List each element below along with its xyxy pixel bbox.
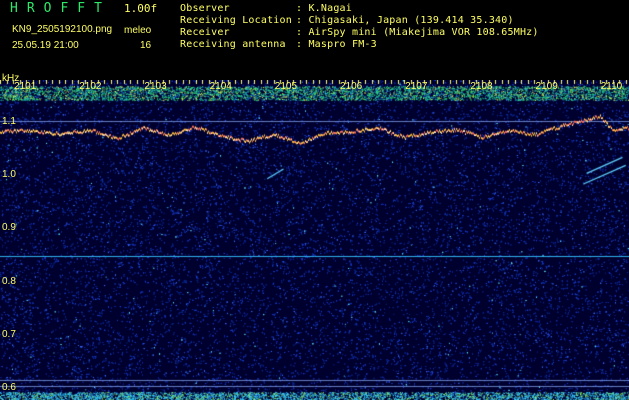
version-label: 1.00f [124, 2, 158, 15]
meleo-label: meleo [124, 25, 152, 36]
x-tick-label: 2102 [79, 81, 102, 92]
y-tick-label: 1.0 [2, 169, 16, 180]
x-tick-label: 2106 [339, 81, 363, 92]
info-location: Receiving Location : Chigasaki, Japan (13… [180, 15, 514, 26]
x-tick-label: 2107 [405, 81, 428, 92]
x-tick-label: 2108 [470, 81, 493, 92]
info-observer: Observer : K.Nagai [180, 3, 352, 14]
y-tick-label: 0.9 [2, 222, 16, 234]
hrofft-screen: HROFFT 1.00f KN9_2505192100.png meleo 16… [0, 0, 629, 400]
info-value: : Maspro FM-3 [296, 39, 377, 50]
y-tick-label: 0.6 [2, 382, 16, 394]
info-value: : AirSpy mini (Miakejima VOR 108.65MHz) [296, 27, 539, 38]
x-tick-label: 2110 [600, 81, 623, 92]
timestamp-label: 25.05.19 21:00 [12, 40, 79, 51]
info-antenna: Receiving antenna : Maspro FM-3 [180, 39, 377, 50]
x-tick-label: 2109 [535, 81, 558, 92]
meleo-value: 16 [140, 40, 152, 51]
filename-label: KN9_2505192100.png [12, 24, 113, 35]
info-key: Receiving antenna [180, 39, 286, 50]
x-tick-label: 2105 [274, 81, 298, 92]
app-logo: HROFFT [10, 1, 111, 16]
x-tick-label: 2101 [14, 81, 37, 92]
x-tick-label: 2103 [144, 81, 167, 92]
info-key: Receiver [180, 27, 230, 38]
info-value: : K.Nagai [296, 3, 352, 14]
info-key: Observer [180, 3, 230, 14]
info-value: : Chigasaki, Japan (139.414 35.340) [296, 15, 514, 26]
y-tick-label: 0.8 [2, 275, 16, 287]
spectrogram-canvas [0, 80, 629, 400]
x-tick-label: 2104 [209, 81, 232, 92]
y-tick-label: 1.1 [2, 115, 16, 127]
info-receiver: Receiver : AirSpy mini (Miakejima VOR 108… [180, 27, 539, 38]
y-tick-label: 0.7 [2, 329, 16, 340]
info-key: Receiving Location [180, 15, 292, 26]
